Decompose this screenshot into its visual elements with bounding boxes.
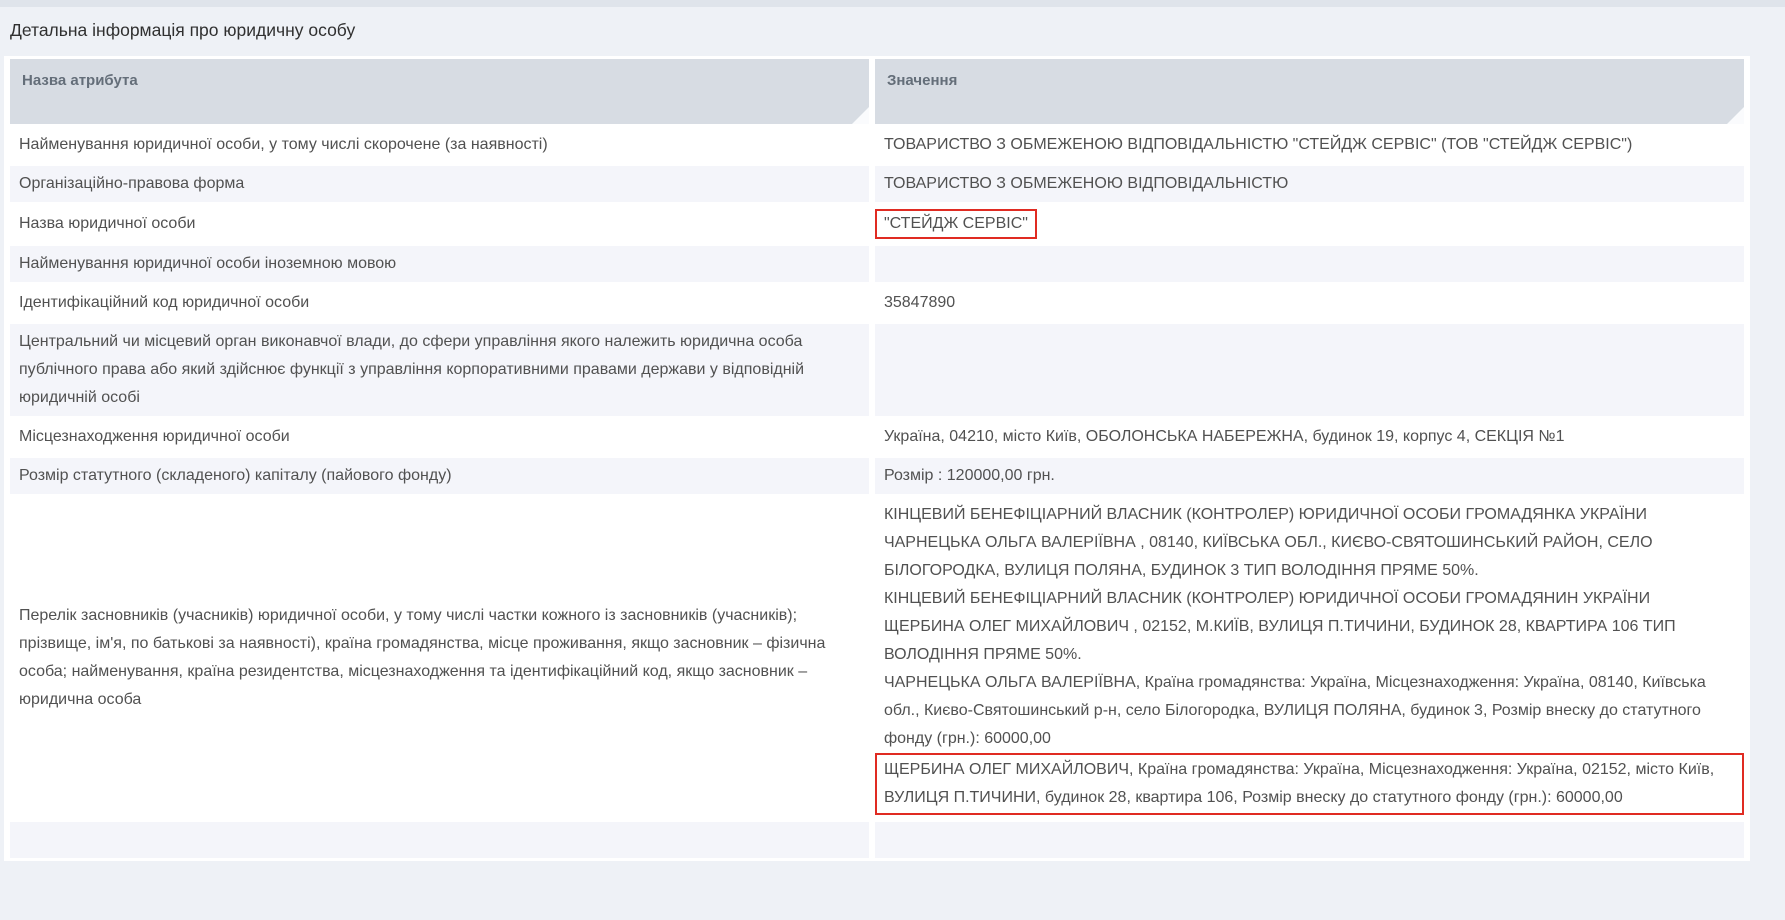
column-header-attribute[interactable]: Назва атрибута (10, 59, 869, 124)
attribute-value-cell: "СТЕЙДЖ СЕРВІС" (875, 205, 1744, 243)
attribute-name-cell: Місцезнаходження юридичної особи (10, 419, 869, 455)
attribute-name-cell (10, 822, 869, 858)
table-row: Назва юридичної особи"СТЕЙДЖ СЕРВІС" (10, 205, 1744, 243)
table-row: Розмір статутного (складеного) капіталу … (10, 458, 1744, 494)
top-border-strip (0, 0, 1785, 7)
attribute-name-cell: Найменування юридичної особи іноземною м… (10, 246, 869, 282)
column-header-attribute-label: Назва атрибута (22, 72, 138, 89)
attribute-name-cell: Найменування юридичної особи, у тому чис… (10, 127, 869, 163)
table-row: Найменування юридичної особи іноземною м… (10, 246, 1744, 282)
sort-corner-icon (852, 107, 869, 124)
table-row: Перелік засновників (учасників) юридично… (10, 497, 1744, 819)
table-header-row: Назва атрибута Значення (10, 59, 1744, 124)
value-paragraph: КІНЦЕВИЙ БЕНЕФІЦІАРНИЙ ВЛАСНИК (КОНТРОЛЕ… (884, 585, 1735, 669)
table-row: Місцезнаходження юридичної особиУкраїна,… (10, 419, 1744, 455)
table-row: Ідентифікаційний код юридичної особи3584… (10, 285, 1744, 321)
table-row: Центральний чи місцевий орган виконавчої… (10, 324, 1744, 416)
attribute-value-cell (875, 822, 1744, 858)
page-title: Детальна інформація про юридичну особу (10, 20, 1785, 41)
attribute-value-cell: 35847890 (875, 285, 1744, 321)
table-row: Організаційно-правова формаТОВАРИСТВО З … (10, 166, 1744, 202)
table-body: Найменування юридичної особи, у тому чис… (10, 127, 1744, 858)
attribute-name-cell: Організаційно-правова форма (10, 166, 869, 202)
attribute-name-cell: Назва юридичної особи (10, 205, 869, 243)
highlighted-value-paragraph: ЩЕРБИНА ОЛЕГ МИХАЙЛОВИЧ, Країна громадян… (875, 753, 1744, 815)
value-paragraph: КІНЦЕВИЙ БЕНЕФІЦІАРНИЙ ВЛАСНИК (КОНТРОЛЕ… (884, 501, 1735, 585)
attribute-name-cell: Розмір статутного (складеного) капіталу … (10, 458, 869, 494)
highlighted-value: "СТЕЙДЖ СЕРВІС" (875, 209, 1037, 239)
attribute-value-cell (875, 246, 1744, 282)
column-header-value[interactable]: Значення (875, 59, 1744, 124)
attribute-value-cell (875, 324, 1744, 416)
attribute-name-cell: Перелік засновників (учасників) юридично… (10, 497, 869, 819)
table-row: Найменування юридичної особи, у тому чис… (10, 127, 1744, 163)
attribute-value-cell: ТОВАРИСТВО З ОБМЕЖЕНОЮ ВІДПОВІДАЛЬНІСТЮ (875, 166, 1744, 202)
value-paragraph: ЧАРНЕЦЬКА ОЛЬГА ВАЛЕРІЇВНА, Країна грома… (884, 669, 1735, 753)
attribute-name-cell: Центральний чи місцевий орган виконавчої… (10, 324, 869, 416)
column-header-value-label: Значення (887, 72, 957, 89)
attribute-value-cell: КІНЦЕВИЙ БЕНЕФІЦІАРНИЙ ВЛАСНИК (КОНТРОЛЕ… (875, 497, 1744, 819)
entity-details-table: Назва атрибута Значення Найменування юри… (4, 56, 1750, 861)
attribute-value-cell: Україна, 04210, місто Київ, ОБОЛОНСЬКА Н… (875, 419, 1744, 455)
attribute-name-cell: Ідентифікаційний код юридичної особи (10, 285, 869, 321)
table-row (10, 822, 1744, 858)
attribute-value-cell: Розмір : 120000,00 грн. (875, 458, 1744, 494)
sort-corner-icon (1727, 107, 1744, 124)
attribute-value-cell: ТОВАРИСТВО З ОБМЕЖЕНОЮ ВІДПОВІДАЛЬНІСТЮ … (875, 127, 1744, 163)
